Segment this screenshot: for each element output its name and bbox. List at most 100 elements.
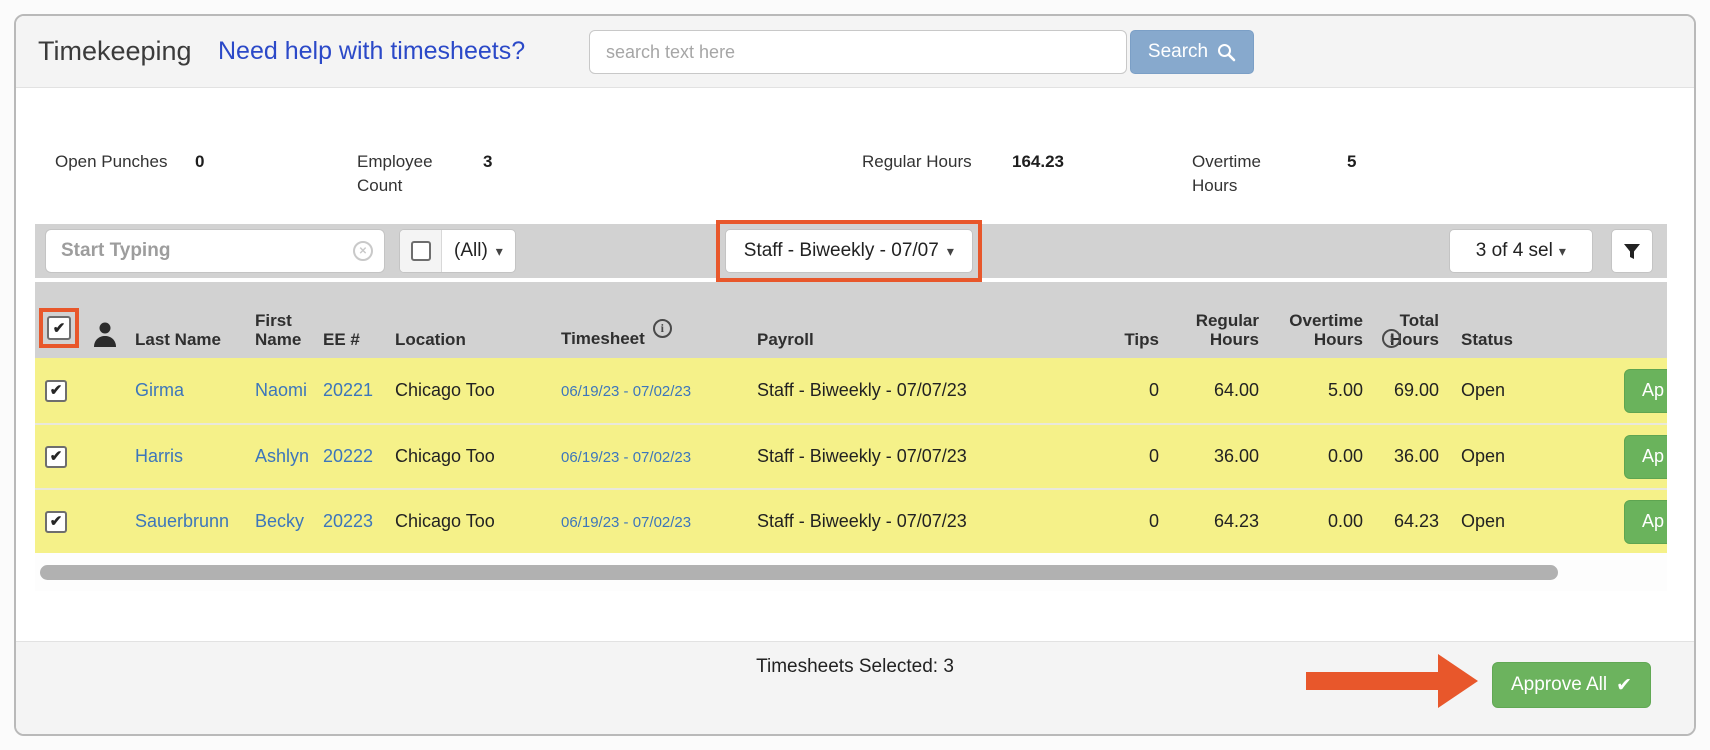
stat-value: 164.23 <box>1012 150 1064 174</box>
stat-regular-hours: Regular Hours 164.23 <box>862 150 1002 174</box>
last-name-link[interactable]: Sauerbrunn <box>135 511 229 531</box>
location-cell: Chicago Too <box>393 380 553 401</box>
status-cell: Open <box>1451 446 1561 467</box>
search-button[interactable]: Search <box>1130 30 1254 74</box>
page-title: Timekeeping <box>38 36 192 67</box>
col-header-regular-hours[interactable]: Regular Hours <box>1171 311 1271 350</box>
col-header-overtime-hours[interactable]: Overtime Hours <box>1271 311 1375 350</box>
row-checkbox[interactable] <box>45 446 67 468</box>
first-name-link[interactable]: Becky <box>255 511 304 531</box>
filter-funnel-icon <box>1622 241 1642 261</box>
table-row: Sauerbrunn Becky 20223 Chicago Too 06/19… <box>35 488 1667 553</box>
search-button-label: Search <box>1148 41 1208 63</box>
payroll-dropdown-highlight: Staff - Biweekly - 07/07 ▾ <box>716 220 982 282</box>
stat-open-punches: Open Punches 0 <box>55 150 205 174</box>
stat-label: Overtime Hours <box>1192 150 1280 198</box>
approve-all-button[interactable]: Approve All ✔ <box>1492 662 1651 708</box>
horizontal-scrollbar <box>35 553 1667 591</box>
timesheet-period-link[interactable]: 06/19/23 - 07/02/23 <box>561 449 691 466</box>
all-filter-label: (All) <box>454 240 488 262</box>
timesheet-header-label: Timesheet <box>561 329 645 348</box>
last-name-link[interactable]: Girma <box>135 380 184 400</box>
overtime-hours-cell: 0.00 <box>1271 446 1375 467</box>
stat-label: Regular Hours <box>862 150 1002 174</box>
timesheet-grid: ✕ (All) ▾ Staff - Biweekly - 07/07 ▾ <box>35 224 1667 591</box>
location-cell: Chicago Too <box>393 511 553 532</box>
payroll-cell: Staff - Biweekly - 07/07/23 <box>753 380 1001 401</box>
overtime-hours-cell: 5.00 <box>1271 380 1375 401</box>
col-header-location[interactable]: Location <box>393 330 553 350</box>
table-row: Girma Naomi 20221 Chicago Too 06/19/23 -… <box>35 358 1667 423</box>
approve-all-label: Approve All <box>1511 674 1607 696</box>
person-icon <box>91 320 119 350</box>
search-icon <box>1216 42 1236 62</box>
select-all-checkbox[interactable] <box>47 316 71 340</box>
payroll-filter-dropdown[interactable]: Staff - Biweekly - 07/07 ▾ <box>725 229 973 273</box>
grid-filter: ✕ <box>45 229 385 273</box>
table-header-row: Last Name First Name EE # Location Times… <box>35 282 1667 358</box>
stat-label: Open Punches <box>55 150 205 174</box>
total-hours-cell: 64.23 <box>1375 511 1451 532</box>
all-filter-dropdown[interactable]: (All) ▾ <box>399 229 516 273</box>
stat-overtime-hours: Overtime Hours 5 <box>1192 150 1280 198</box>
regular-hours-cell: 64.00 <box>1171 380 1271 401</box>
payroll-cell: Staff - Biweekly - 07/07/23 <box>753 511 1001 532</box>
info-icon[interactable]: i <box>1382 329 1401 348</box>
ee-number-link[interactable]: 20223 <box>323 511 373 531</box>
clear-filter-icon[interactable]: ✕ <box>353 241 373 261</box>
chevron-down-icon: ▾ <box>947 244 954 258</box>
grid-toolbar: ✕ (All) ▾ Staff - Biweekly - 07/07 ▾ <box>35 224 1667 278</box>
tips-cell: 0 <box>1001 380 1171 401</box>
ee-number-link[interactable]: 20221 <box>323 380 373 400</box>
approve-row-button[interactable]: Ap <box>1624 500 1667 544</box>
grid-filter-input[interactable] <box>45 229 385 273</box>
columns-selector-dropdown[interactable]: 3 of 4 sel ▾ <box>1449 229 1593 273</box>
stat-label: Employee Count <box>357 150 449 198</box>
approve-row-button[interactable]: Ap <box>1624 369 1667 413</box>
all-filter-checkbox-segment <box>400 230 442 272</box>
action-cell: Ap <box>1561 358 1667 423</box>
location-cell: Chicago Too <box>393 446 553 467</box>
col-header-first-name[interactable]: First Name <box>253 311 321 350</box>
tips-cell: 0 <box>1001 446 1171 467</box>
col-header-total-hours[interactable]: i Total Hours <box>1375 311 1451 350</box>
overtime-hours-cell: 0.00 <box>1271 511 1375 532</box>
row-checkbox[interactable] <box>45 380 67 402</box>
approve-row-button[interactable]: Ap <box>1624 435 1667 479</box>
action-cell: Ap <box>1561 425 1667 488</box>
pointer-arrow-head-icon <box>1438 654 1478 708</box>
payroll-filter-label: Staff - Biweekly - 07/07 <box>744 240 939 262</box>
col-header-tips[interactable]: Tips <box>1001 330 1171 350</box>
timesheet-period-link[interactable]: 06/19/23 - 07/02/23 <box>561 383 691 400</box>
first-name-link[interactable]: Naomi <box>255 380 307 400</box>
col-header-payroll[interactable]: Payroll <box>753 330 1001 350</box>
stat-value: 5 <box>1347 150 1356 174</box>
horizontal-scrollbar-thumb[interactable] <box>40 565 1558 580</box>
timesheet-period-link[interactable]: 06/19/23 - 07/02/23 <box>561 514 691 531</box>
chevron-down-icon: ▾ <box>1559 244 1566 258</box>
row-checkbox[interactable] <box>45 511 67 533</box>
total-hours-cell: 69.00 <box>1375 380 1451 401</box>
first-name-link[interactable]: Ashlyn <box>255 446 309 466</box>
help-link[interactable]: Need help with timesheets? <box>218 37 525 66</box>
ee-number-link[interactable]: 20222 <box>323 446 373 466</box>
stat-value: 0 <box>195 150 204 174</box>
payroll-cell: Staff - Biweekly - 07/07/23 <box>753 446 1001 467</box>
col-header-ee-number[interactable]: EE # <box>321 330 393 350</box>
all-filter-checkbox[interactable] <box>411 241 431 261</box>
pointer-arrow-icon <box>1306 672 1438 690</box>
timekeeping-page: Timekeeping Need help with timesheets? S… <box>14 14 1696 736</box>
filter-button[interactable] <box>1611 229 1653 273</box>
stat-employee-count: Employee Count 3 <box>357 150 449 198</box>
col-header-timesheet[interactable]: Timesheeti <box>553 329 753 350</box>
col-header-last-name[interactable]: Last Name <box>133 330 253 350</box>
status-cell: Open <box>1451 511 1561 532</box>
regular-hours-cell: 36.00 <box>1171 446 1271 467</box>
chevron-down-icon: ▾ <box>496 244 503 258</box>
search-input[interactable] <box>589 30 1127 74</box>
check-icon: ✔ <box>1616 674 1632 697</box>
last-name-link[interactable]: Harris <box>135 446 183 466</box>
col-header-status[interactable]: Status <box>1451 330 1561 350</box>
info-icon[interactable]: i <box>653 319 672 338</box>
page-footer: Timesheets Selected: 3 Approve All ✔ <box>16 641 1694 734</box>
